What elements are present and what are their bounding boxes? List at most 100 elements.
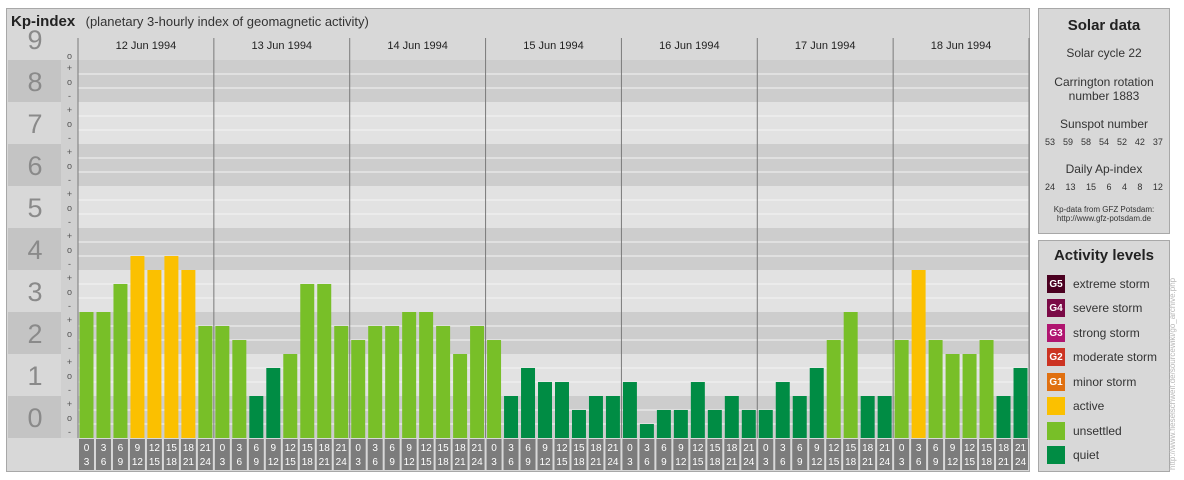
- kp-bar: [962, 354, 977, 438]
- interval-start-label: 21: [1015, 443, 1027, 454]
- interval-start-label: 12: [285, 443, 297, 454]
- sub-level-marker: -: [68, 91, 71, 101]
- kp-bar: [334, 325, 349, 438]
- interval-start-label: 18: [726, 443, 738, 454]
- sunspot-value: 54: [1098, 137, 1109, 147]
- interval-start-label: 15: [438, 443, 450, 454]
- activity-levels-title: Activity levels: [1053, 247, 1155, 264]
- kp-bar: [979, 340, 994, 438]
- legend-swatch-g5: G5: [1047, 275, 1065, 293]
- interval-end-label: 12: [539, 457, 551, 468]
- interval-end-label: 12: [811, 457, 823, 468]
- interval-start-label: 18: [590, 443, 602, 454]
- kp-bar: [368, 325, 383, 438]
- sub-level-marker: +: [67, 63, 72, 73]
- sub-level-marker: o: [67, 161, 72, 171]
- sub-level-marker: -: [68, 385, 71, 395]
- interval-end-label: 9: [525, 457, 531, 468]
- kp-bar: [656, 409, 671, 438]
- legend-swatch-quiet: [1047, 446, 1065, 464]
- plot-band: [78, 102, 1029, 144]
- kp-bar: [147, 270, 162, 438]
- interval-start-label: 15: [845, 443, 857, 454]
- interval-end-label: 24: [607, 457, 619, 468]
- interval-start-label: 3: [916, 443, 922, 454]
- interval-end-label: 12: [947, 457, 959, 468]
- interval-end-label: 3: [763, 457, 769, 468]
- sub-level-marker: o: [67, 203, 72, 213]
- sub-level-marker: +: [67, 357, 72, 367]
- sunspot-value: 37: [1152, 137, 1163, 147]
- interval-end-label: 21: [455, 457, 467, 468]
- sunspot-value: 52: [1116, 137, 1127, 147]
- kp-bar: [113, 283, 128, 438]
- kp-bar: [198, 325, 213, 438]
- interval-start-label: 9: [135, 443, 141, 454]
- interval-end-label: 24: [200, 457, 212, 468]
- day-label: 13 Jun 1994: [252, 40, 313, 52]
- legend-swatch-g1: G1: [1047, 373, 1065, 391]
- kp-bar: [622, 382, 637, 438]
- interval-start-label: 9: [950, 443, 956, 454]
- interval-end-label: 6: [916, 457, 922, 468]
- interval-start-label: 18: [183, 443, 195, 454]
- plot-band: [78, 270, 1029, 312]
- legend-label: unsettled: [1073, 424, 1122, 438]
- y-axis-tick-label: 2: [27, 319, 42, 349]
- legend-label: extreme storm: [1073, 277, 1150, 291]
- ap-value: 13: [1065, 182, 1076, 192]
- y-axis-tick-label: 1: [27, 361, 42, 391]
- interval-start-label: 0: [355, 443, 361, 454]
- data-credit-line-1: Kp-data from GFZ Potsdam:: [1053, 205, 1155, 214]
- kp-bar: [181, 270, 196, 438]
- kp-bar: [555, 382, 569, 438]
- interval-start-label: 6: [118, 443, 124, 454]
- kp-bar: [1013, 367, 1028, 438]
- y-axis-tick-label: 0: [27, 403, 42, 433]
- legend-item-strong-storm: G3 strong storm: [1047, 323, 1140, 343]
- kp-bar: [164, 256, 179, 438]
- interval-start-label: 18: [455, 443, 467, 454]
- interval-end-label: 12: [268, 457, 280, 468]
- sub-level-marker: -: [68, 259, 71, 269]
- interval-end-label: 18: [438, 457, 450, 468]
- interval-start-label: 0: [763, 443, 769, 454]
- interval-end-label: 3: [220, 457, 226, 468]
- source-watermark: http://www.fieselschweif.de/sourcewiki/g…: [1168, 277, 1177, 470]
- sub-level-marker: +: [67, 147, 72, 157]
- interval-start-label: 3: [508, 443, 514, 454]
- ap-value: 24: [1045, 182, 1056, 192]
- interval-start-label: 3: [372, 443, 378, 454]
- plot-band: [78, 60, 1029, 102]
- interval-end-label: 15: [828, 457, 840, 468]
- interval-end-label: 6: [780, 457, 786, 468]
- kp-bar: [690, 382, 705, 438]
- interval-start-label: 15: [709, 443, 721, 454]
- interval-start-label: 0: [899, 443, 905, 454]
- sub-level-marker: o: [67, 287, 72, 297]
- kp-bar: [79, 312, 94, 438]
- kp-bar: [266, 367, 281, 438]
- legend-swatch-g3: G3: [1047, 324, 1065, 342]
- ap-values-row: 24 13 15 6 4 8 12: [1045, 182, 1163, 192]
- ap-index-title: Daily Ap-index: [1065, 162, 1143, 176]
- interval-end-label: 21: [183, 457, 195, 468]
- kp-bar: [249, 396, 264, 438]
- interval-start-label: 18: [862, 443, 874, 454]
- sub-level-marker: +: [67, 273, 72, 283]
- carrington-line-2: number 1883: [1068, 89, 1140, 103]
- interval-end-label: 12: [404, 457, 416, 468]
- interval-end-label: 18: [166, 457, 178, 468]
- legend-label: active: [1073, 399, 1105, 413]
- interval-start-label: 6: [661, 443, 667, 454]
- legend-swatch-g2: G2: [1047, 348, 1065, 366]
- sub-level-marker: -: [68, 301, 71, 311]
- ap-value: 12: [1152, 182, 1163, 192]
- interval-end-label: 24: [336, 457, 348, 468]
- plot-band: [78, 186, 1029, 228]
- kp-bar: [215, 325, 230, 438]
- interval-end-label: 15: [149, 457, 161, 468]
- sub-level-marker: o: [67, 77, 72, 87]
- interval-end-label: 18: [845, 457, 857, 468]
- legend-label: moderate storm: [1073, 350, 1158, 364]
